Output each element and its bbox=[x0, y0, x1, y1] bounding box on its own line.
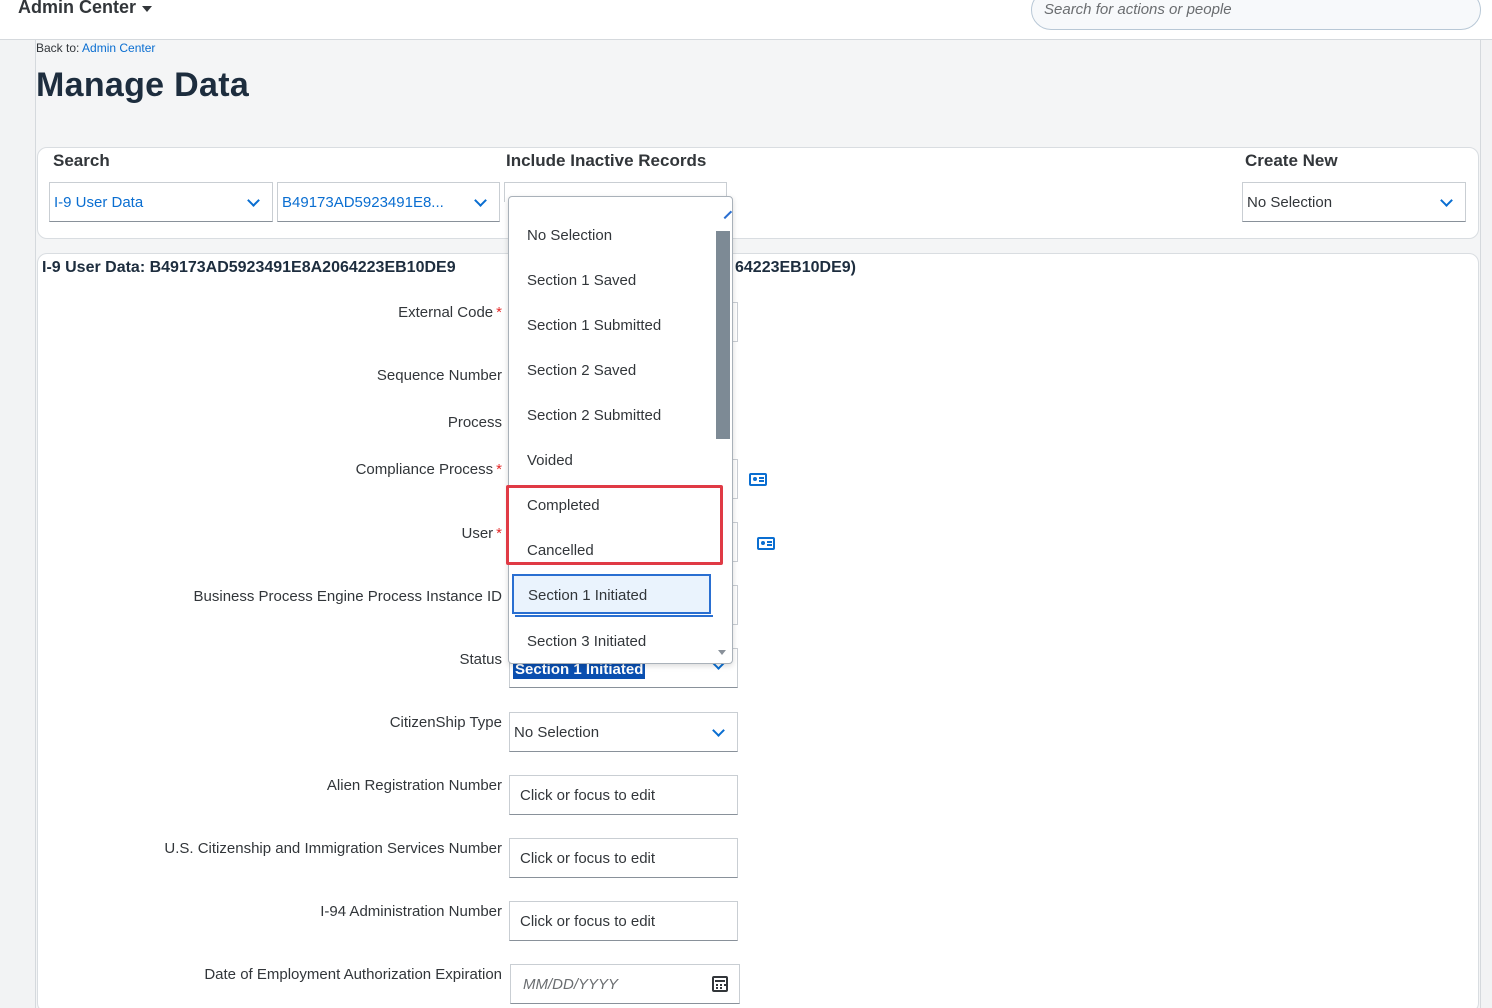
dropdown-option[interactable]: Section 1 Submitted bbox=[527, 317, 661, 334]
breadcrumb-link[interactable]: Admin Center bbox=[82, 41, 155, 55]
dropdown-option[interactable]: Section 2 Submitted bbox=[527, 407, 661, 424]
page-title: Manage Data bbox=[36, 66, 250, 104]
user-label: User * bbox=[461, 525, 502, 542]
citizenship-type-select[interactable]: No Selection bbox=[509, 712, 738, 752]
status-label: Status bbox=[459, 651, 502, 668]
focus-underline bbox=[515, 615, 713, 617]
dropdown-option[interactable]: Section 1 Saved bbox=[527, 272, 636, 289]
external-code-label: External Code * bbox=[398, 304, 502, 321]
shell-bar: Admin Center bbox=[0, 0, 1492, 40]
create-new-value: No Selection bbox=[1247, 194, 1333, 211]
global-search[interactable] bbox=[1031, 0, 1481, 30]
record-heading-tail: 64223EB10DE9) bbox=[735, 259, 856, 276]
i94-number-label: I-94 Administration Number bbox=[320, 903, 502, 920]
alien-registration-label: Alien Registration Number bbox=[326, 777, 502, 794]
create-new-select[interactable]: No Selection bbox=[1242, 182, 1466, 222]
shell-title: Admin Center bbox=[18, 0, 137, 17]
id-card-icon[interactable] bbox=[757, 537, 775, 550]
breadcrumb: Back to: Admin Center bbox=[36, 41, 155, 55]
shell-title-menu[interactable]: Admin Center bbox=[18, 0, 153, 18]
citizenship-type-label: CitizenShip Type bbox=[389, 714, 502, 731]
dropdown-scrollbar[interactable] bbox=[716, 231, 730, 439]
uscis-number-label: U.S. Citizenship and Immigration Service… bbox=[164, 840, 502, 857]
caret-down-icon bbox=[142, 5, 153, 12]
chevron-down-icon bbox=[474, 194, 487, 207]
dropdown-option[interactable]: Section 2 Saved bbox=[527, 362, 636, 379]
uscis-number-input[interactable]: Click or focus to edit bbox=[509, 838, 738, 878]
dropdown-option[interactable]: Section 3 Initiated bbox=[527, 633, 646, 650]
object-type-select[interactable]: I-9 User Data bbox=[49, 182, 273, 222]
dropdown-option[interactable]: Completed bbox=[527, 497, 600, 514]
scroll-down-arrow-icon[interactable] bbox=[718, 650, 726, 655]
sequence-number-label: Sequence Number bbox=[376, 367, 502, 384]
breadcrumb-prefix: Back to: bbox=[36, 41, 80, 55]
chevron-down-icon bbox=[247, 194, 260, 207]
alien-registration-input[interactable]: Click or focus to edit bbox=[509, 775, 738, 815]
chevron-down-icon bbox=[712, 724, 725, 737]
auth-expiration-date-input[interactable]: MM/DD/YYYY bbox=[510, 964, 740, 1004]
citizenship-type-value: No Selection bbox=[514, 724, 600, 741]
dropdown-option[interactable]: No Selection bbox=[527, 227, 612, 244]
object-type-value: I-9 User Data bbox=[54, 194, 144, 211]
compliance-process-label: Compliance Process * bbox=[355, 461, 502, 478]
record-heading: I-9 User Data: B49173AD5923491E8A2064223… bbox=[42, 259, 456, 276]
dropdown-option-focused[interactable]: Section 1 Initiated bbox=[512, 574, 711, 614]
global-search-input[interactable] bbox=[1044, 1, 1468, 18]
status-dropdown-list[interactable]: No Selection Section 1 Saved Section 1 S… bbox=[508, 196, 733, 664]
chevron-down-icon bbox=[1440, 194, 1453, 207]
auth-expiration-label: Date of Employment Authorization Expirat… bbox=[204, 966, 502, 983]
process-label: Process bbox=[447, 414, 502, 431]
record-details-card bbox=[37, 253, 1479, 1008]
record-id-value: B49173AD5923491E8... bbox=[282, 194, 444, 211]
calendar-icon[interactable] bbox=[712, 976, 728, 992]
include-inactive-label: Include Inactive Records bbox=[506, 151, 707, 170]
bpe-instance-label: Business Process Engine Process Instance… bbox=[193, 588, 502, 605]
id-card-icon[interactable] bbox=[749, 473, 767, 486]
resize-handle-icon bbox=[717, 204, 732, 220]
record-id-select[interactable]: B49173AD5923491E8... bbox=[277, 182, 500, 222]
dropdown-option[interactable]: Cancelled bbox=[527, 542, 594, 559]
search-label: Search bbox=[53, 151, 110, 170]
i94-number-input[interactable]: Click or focus to edit bbox=[509, 901, 738, 941]
create-new-label: Create New bbox=[1245, 151, 1338, 170]
dropdown-option[interactable]: Voided bbox=[527, 452, 573, 469]
